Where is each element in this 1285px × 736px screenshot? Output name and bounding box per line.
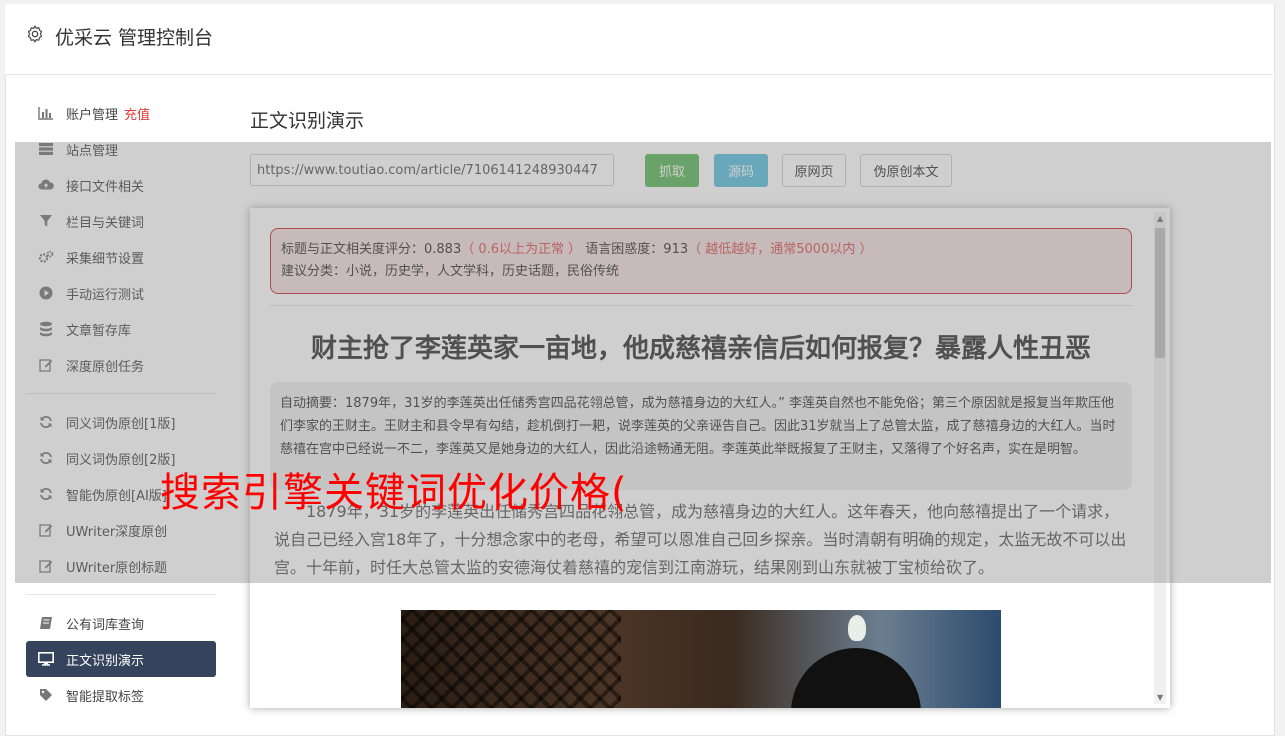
refresh-icon bbox=[38, 486, 54, 502]
sidebar-item-columns-keywords[interactable]: 栏目与关键词 bbox=[26, 203, 216, 239]
sidebar-item-label: 文章暂存库 bbox=[66, 323, 132, 339]
sidebar-item-label: 采集细节设置 bbox=[66, 251, 145, 267]
sidebar-item-manual-run[interactable]: 手动运行测试 bbox=[26, 275, 216, 311]
sidebar-item-article-store[interactable]: 文章暂存库 bbox=[26, 311, 216, 347]
cloud-upload-icon bbox=[38, 177, 54, 193]
sidebar-item-label: 接口文件相关 bbox=[66, 179, 145, 195]
book-icon bbox=[38, 615, 54, 631]
refresh-icon bbox=[38, 450, 54, 466]
gear-icon[interactable] bbox=[25, 24, 45, 44]
monitor-icon bbox=[38, 651, 54, 667]
pseudo-original-button[interactable]: 伪原创本文 bbox=[860, 154, 952, 187]
sidebar-divider bbox=[26, 594, 216, 595]
scroll-down-arrow-icon[interactable]: ▼ bbox=[1157, 693, 1163, 702]
sidebar-item-label: 手动运行测试 bbox=[66, 287, 145, 303]
sidebar: 账户管理 充值 站点管理 接口文件相关 栏目与关键词 采集细节设置 手动运行测试 bbox=[26, 95, 216, 713]
sidebar-item-smart-tags[interactable]: 智能提取标签 bbox=[26, 677, 216, 713]
sidebar-item-label: 同义词伪原创[2版] bbox=[66, 452, 176, 468]
filter-icon bbox=[38, 213, 54, 229]
sidebar-item-label: 公有词库查询 bbox=[66, 617, 145, 633]
original-page-button[interactable]: 原网页 bbox=[782, 154, 846, 187]
edit-icon bbox=[38, 522, 54, 538]
top-header: 优采云 管理控制台 bbox=[5, 4, 1273, 75]
sidebar-item-label: 智能伪原创[AI版] bbox=[66, 488, 167, 504]
perplexity-note: （ 越低越好，通常5000以内 ） bbox=[688, 242, 873, 257]
play-icon bbox=[38, 285, 54, 301]
tag-icon bbox=[38, 687, 54, 703]
edit-icon bbox=[38, 558, 54, 574]
gears-icon bbox=[38, 249, 54, 265]
page-title: 正文识别演示 bbox=[250, 110, 365, 132]
sidebar-item-uwriter-title[interactable]: UWriter原创标题 bbox=[26, 548, 216, 584]
sidebar-item-sites[interactable]: 站点管理 bbox=[26, 131, 216, 167]
sidebar-item-label: 正文识别演示 bbox=[66, 653, 145, 669]
app-title: 优采云 管理控制台 bbox=[55, 27, 214, 49]
hat-finial-shape bbox=[848, 615, 866, 641]
result-divider bbox=[270, 305, 1132, 306]
article-image bbox=[401, 610, 1001, 708]
sidebar-item-label: UWriter原创标题 bbox=[66, 560, 168, 576]
sidebar-item-public-lexicon[interactable]: 公有词库查询 bbox=[26, 605, 216, 641]
result-panel[interactable]: 标题与正文相关度评分：0.883（ 0.6以上为正常 ） 语言困惑度：913（ … bbox=[250, 208, 1170, 708]
sidebar-item-label: 站点管理 bbox=[66, 143, 119, 159]
edit-icon bbox=[38, 357, 54, 373]
score-line: 标题与正文相关度评分：0.883（ 0.6以上为正常 ） 语言困惑度：913（ … bbox=[281, 239, 1121, 261]
perplexity-score: 语言困惑度：913 bbox=[581, 242, 689, 257]
bar-chart-icon bbox=[38, 105, 54, 121]
lattice-window-decoration bbox=[401, 610, 621, 708]
url-input[interactable] bbox=[250, 154, 614, 186]
recharge-link[interactable]: 充值 bbox=[124, 104, 150, 123]
source-button[interactable]: 源码 bbox=[714, 154, 768, 187]
sidebar-item-label: 同义词伪原创[1版] bbox=[66, 416, 176, 432]
scroll-thumb[interactable] bbox=[1155, 228, 1165, 358]
sidebar-item-deep-original[interactable]: 深度原创任务 bbox=[26, 347, 216, 383]
sidebar-item-label: 智能提取标签 bbox=[66, 689, 145, 705]
article-title: 财主抢了李莲英家一亩地，他成慈禧亲信后如何报复？暴露人性丑恶 bbox=[310, 334, 1091, 364]
sidebar-item-synonym-v1[interactable]: 同义词伪原创[1版] bbox=[26, 404, 216, 440]
database-icon bbox=[38, 321, 54, 337]
result-scrollbar[interactable]: ▲ ▼ bbox=[1154, 212, 1166, 704]
sidebar-item-label: 栏目与关键词 bbox=[66, 215, 145, 231]
sidebar-divider bbox=[26, 393, 216, 394]
sidebar-item-label: UWriter深度原创 bbox=[66, 524, 168, 540]
sidebar-item-label: 深度原创任务 bbox=[66, 359, 145, 375]
fetch-button[interactable]: 抓取 bbox=[645, 154, 699, 187]
scroll-up-arrow-icon[interactable]: ▲ bbox=[1157, 214, 1163, 223]
official-hat-shape bbox=[791, 648, 921, 708]
server-icon bbox=[38, 141, 54, 157]
sidebar-item-account[interactable]: 账户管理 充值 bbox=[26, 95, 216, 131]
sidebar-item-text-recognition[interactable]: 正文识别演示 bbox=[26, 641, 216, 677]
overlay-spam-text: 搜索引擎关键词优化价格( bbox=[160, 470, 628, 516]
sidebar-item-interface-files[interactable]: 接口文件相关 bbox=[26, 167, 216, 203]
sidebar-item-label: 账户管理 bbox=[66, 107, 119, 123]
relevance-note: （ 0.6以上为正常 ） bbox=[461, 242, 582, 257]
category-line: 建议分类：小说，历史学，人文学科，历史话题，民俗传统 bbox=[281, 264, 620, 279]
sidebar-item-collect-settings[interactable]: 采集细节设置 bbox=[26, 239, 216, 275]
relevance-score: 标题与正文相关度评分：0.883 bbox=[281, 242, 462, 257]
refresh-icon bbox=[38, 414, 54, 430]
analysis-alert: 标题与正文相关度评分：0.883（ 0.6以上为正常 ） 语言困惑度：913（ … bbox=[270, 228, 1132, 294]
